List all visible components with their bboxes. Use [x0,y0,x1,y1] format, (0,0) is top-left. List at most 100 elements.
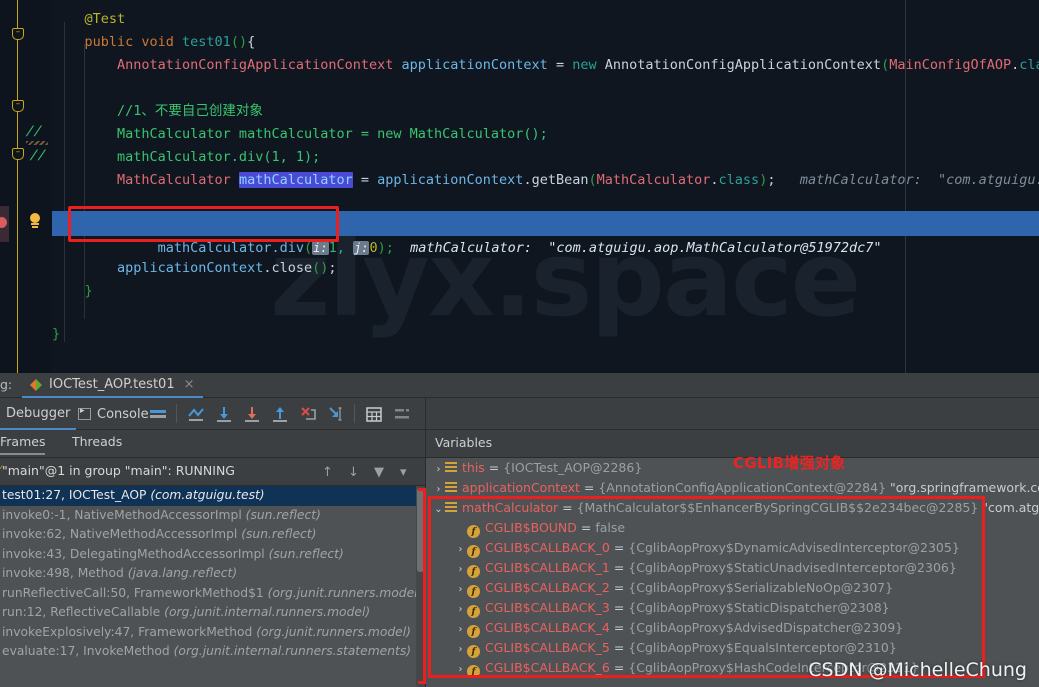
frames-scrollbar[interactable] [416,486,425,687]
code-editor[interactable]: zlyx.space // // @Test public void test0… [0,0,1039,373]
step-into-icon[interactable] [242,404,262,424]
frame-row[interactable]: runReflectiveCall:50, FrameworkMethod$1 … [0,584,425,604]
inline-hint: mathCalculator: "com.atguigu.aop.Mat [799,172,1039,188]
variable-row[interactable]: › f CGLIB$CALLBACK_0 = {CglibAopProxy$Dyna… [426,538,1039,558]
run-to-cursor-icon[interactable] [326,404,346,424]
collapse-arrow-icon[interactable]: › [454,640,467,660]
variables-tree[interactable]: › this = {IOCTest_AOP@2286} › applicationCo… [426,458,1039,687]
debugger-toolbar[interactable]: Debugger Console [0,398,1039,430]
object-value-icon [445,462,457,473]
debug-tool-window[interactable]: ω g: IOCTest_AOP.test01 × Debugger Conso… [0,373,1039,687]
filter-icon[interactable]: ▼ [374,465,384,480]
code-line[interactable]: mathCalculator.div(1, 1); [52,146,1039,169]
variable-row[interactable]: › f CGLIB$CALLBACK_3 = {CglibAopProxy$Stat… [426,598,1039,618]
frame-package: (org.junit.runners.model) [256,624,411,639]
force-step-into-icon[interactable] [298,404,318,424]
frame-row[interactable]: run:12, ReflectiveCallable (org.junit.in… [0,603,425,623]
field-value-icon: f [467,625,480,638]
thread-selector[interactable]: ⟋ "main"@1 in group "main": RUNNING ↑ ↓ … [0,458,425,486]
code-line[interactable]: } [52,323,1039,346]
variable-row[interactable]: ⌄ mathCalculator = {MathCalculator$$Enhan… [426,498,1039,518]
frames-scrollbar-thumb[interactable] [417,488,424,572]
run-tab-label: IOCTest_AOP.test01 [49,377,175,392]
frame-method: run:12, ReflectiveCallable [2,605,165,619]
collapse-arrow-icon[interactable]: › [432,480,445,500]
frames-list[interactable]: test01:27, IOCTest_AOP (com.atguigu.test… [0,486,425,687]
variable-row[interactable]: › f CGLIB$CALLBACK_2 = {CglibAopProxy$Seri… [426,578,1039,598]
exec-suffix: ); [377,240,394,256]
tab-debugger[interactable]: Debugger [0,398,77,430]
run-tab-row[interactable]: g: IOCTest_AOP.test01 × [0,373,1039,398]
variable-name: mathCalculator [462,500,559,515]
variable-value: false [595,520,626,535]
collapse-arrow-icon[interactable]: › [454,520,467,540]
evaluate-expression-icon[interactable] [364,404,384,424]
closing-brace-outer: } [52,326,61,342]
breakpoint-icon[interactable] [0,206,9,242]
step-out-icon[interactable] [270,404,290,424]
collapse-arrow-icon[interactable]: › [454,660,467,680]
frame-row[interactable]: invokeExplosively:47, FrameworkMethod (o… [0,623,425,643]
variable-row[interactable]: › f CGLIB$CALLBACK_1 = {CglibAopProxy$Stat… [426,558,1039,578]
variable-value: {CglibAopProxy$StaticDispatcher@2308} [628,600,890,615]
collapse-arrow-icon[interactable]: › [454,600,467,620]
collapse-arrow-icon[interactable]: › [454,620,467,640]
code-line[interactable]: } [52,280,1039,303]
frame-row[interactable]: test01:27, IOCTest_AOP (com.atguigu.test… [0,486,425,506]
collapse-arrow-icon[interactable]: › [454,580,467,600]
variable-row[interactable]: ›f CGLIB$BOUND = false [426,518,1039,538]
code-line[interactable]: MathCalculator mathCalculator = new Math… [52,123,1039,146]
frame-row[interactable]: invoke:62, NativeMethodAccessorImpl (sun… [0,525,425,545]
down-icon[interactable]: ↓ [348,465,359,480]
code-line[interactable]: applicationContext.close(); [52,257,1039,280]
frames-threads-tabs[interactable]: Frames Threads [0,430,425,458]
variable-name: applicationContext [462,480,580,495]
exec-arg1: 1, [328,240,345,256]
frame-method: test01:27, IOCTest_AOP [2,488,151,502]
intention-bulb-icon[interactable] [28,213,42,229]
settings-icon[interactable] [392,404,412,424]
close-icon[interactable]: × [184,377,195,392]
variable-row[interactable]: › f CGLIB$CALLBACK_5 = {CglibAopProxy$Equa… [426,638,1039,658]
field-value-icon: f [467,645,480,658]
code-line[interactable]: //1、不要自己创建对象 [52,100,1039,123]
step-over-icon[interactable] [214,404,234,424]
collapse-arrow-icon[interactable]: › [432,460,445,480]
variable-equals: = [609,600,629,615]
frame-method: evaluate:17, InvokeMethod [2,644,174,658]
up-icon[interactable]: ↑ [322,465,333,480]
variable-value: {CglibAopProxy$SerializableNoOp@2307} [628,580,894,595]
code-line[interactable]: AnnotationConfigApplicationContext appli… [52,54,1039,77]
param-hint-i: i: [312,241,329,255]
caret-down-icon[interactable]: ▾ [400,465,407,480]
field-value-icon: f [467,525,480,538]
panel-divider [425,398,426,430]
variable-equals: = [579,480,599,495]
collapse-arrow-icon[interactable]: › [454,540,467,560]
current-execution-line[interactable]: mathCalculator.div(i:1, j:0); mathCalcul… [52,211,1039,256]
csdn-watermark: CSDN @MichelleChung [808,659,1027,681]
variable-row[interactable]: › f CGLIB$CALLBACK_4 = {CglibAopProxy$Advi… [426,618,1039,638]
collapse-arrow-icon[interactable]: › [454,560,467,580]
variable-row[interactable]: › applicationContext = {AnnotationConfigA… [426,478,1039,498]
code-line[interactable]: public void test01(){ [52,31,1039,54]
variable-equals: = [609,620,629,635]
tab-frames[interactable]: Frames [0,434,46,455]
expanded-arrow-icon[interactable]: ⌄ [432,500,445,520]
exec-code-prefix: mathCalculator.div [157,240,304,256]
run-configuration-tab[interactable]: IOCTest_AOP.test01 × [22,373,203,398]
variable-name: CGLIB$CALLBACK_6 [485,660,610,675]
code-line[interactable]: MathCalculator mathCalculator = applicat… [52,169,1039,192]
frame-row[interactable]: evaluate:17, InvokeMethod (org.junit.int… [0,642,425,662]
frame-package: (com.atguigu.test) [150,488,265,502]
frame-row[interactable]: invoke:498, Method (java.lang.reflect) [0,564,425,584]
frame-row[interactable]: invoke0:-1, NativeMethodAccessorImpl (su… [0,506,425,526]
frame-package: (java.lang.reflect) [127,566,238,580]
field-value-icon: f [467,665,480,678]
mute-breakpoints-icon[interactable] [148,404,168,424]
show-execution-point-icon[interactable] [186,404,206,424]
tab-threads[interactable]: Threads [72,434,122,449]
tab-console[interactable]: Console [78,398,149,430]
frame-row[interactable]: invoke:43, DelegatingMethodAccessorImpl … [0,545,425,565]
code-line[interactable]: @Test [52,8,1039,31]
